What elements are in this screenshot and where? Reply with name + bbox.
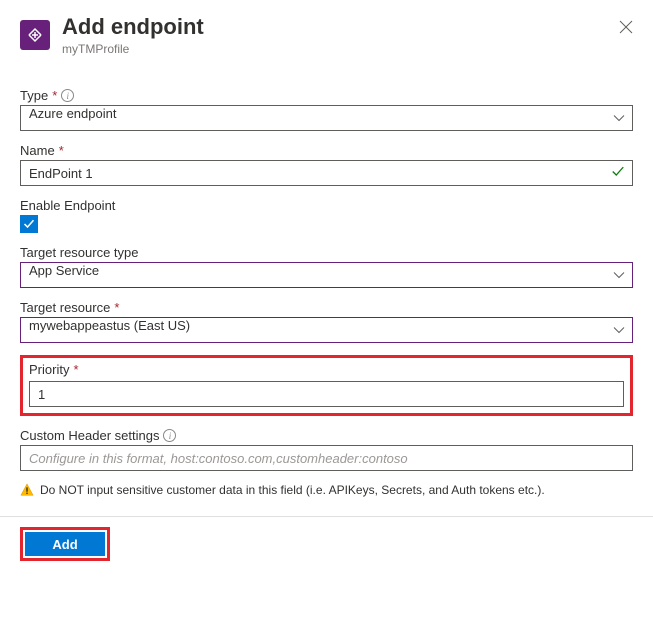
type-select[interactable]: Azure endpoint <box>20 105 633 131</box>
required-mark: * <box>52 88 57 103</box>
type-label: Type <box>20 88 48 103</box>
info-icon[interactable]: i <box>163 429 176 442</box>
warning-icon <box>20 483 34 500</box>
required-mark: * <box>114 300 119 315</box>
info-icon[interactable]: i <box>61 89 74 102</box>
name-input[interactable] <box>20 160 633 186</box>
custom-header-label: Custom Header settings <box>20 428 159 443</box>
required-mark: * <box>59 143 64 158</box>
enable-checkbox[interactable] <box>20 215 38 233</box>
required-mark: * <box>73 362 78 377</box>
priority-label: Priority <box>29 362 69 377</box>
target-resource-type-select[interactable]: App Service <box>20 262 633 288</box>
custom-header-input[interactable] <box>20 445 633 471</box>
target-resource-select[interactable]: mywebappeastus (East US) <box>20 317 633 343</box>
traffic-manager-icon <box>20 20 50 50</box>
enable-label: Enable Endpoint <box>20 198 115 213</box>
page-title: Add endpoint <box>62 14 204 40</box>
divider <box>0 516 653 517</box>
add-button-highlight: Add <box>20 527 110 561</box>
name-label: Name <box>20 143 55 158</box>
priority-input[interactable] <box>29 381 624 407</box>
page-subtitle: myTMProfile <box>62 42 204 56</box>
add-button[interactable]: Add <box>25 532 105 556</box>
close-button[interactable] <box>619 18 633 39</box>
priority-highlight: Priority * <box>20 355 633 416</box>
warning-text: Do NOT input sensitive customer data in … <box>40 483 545 497</box>
target-resource-label: Target resource <box>20 300 110 315</box>
target-resource-type-label: Target resource type <box>20 245 139 260</box>
